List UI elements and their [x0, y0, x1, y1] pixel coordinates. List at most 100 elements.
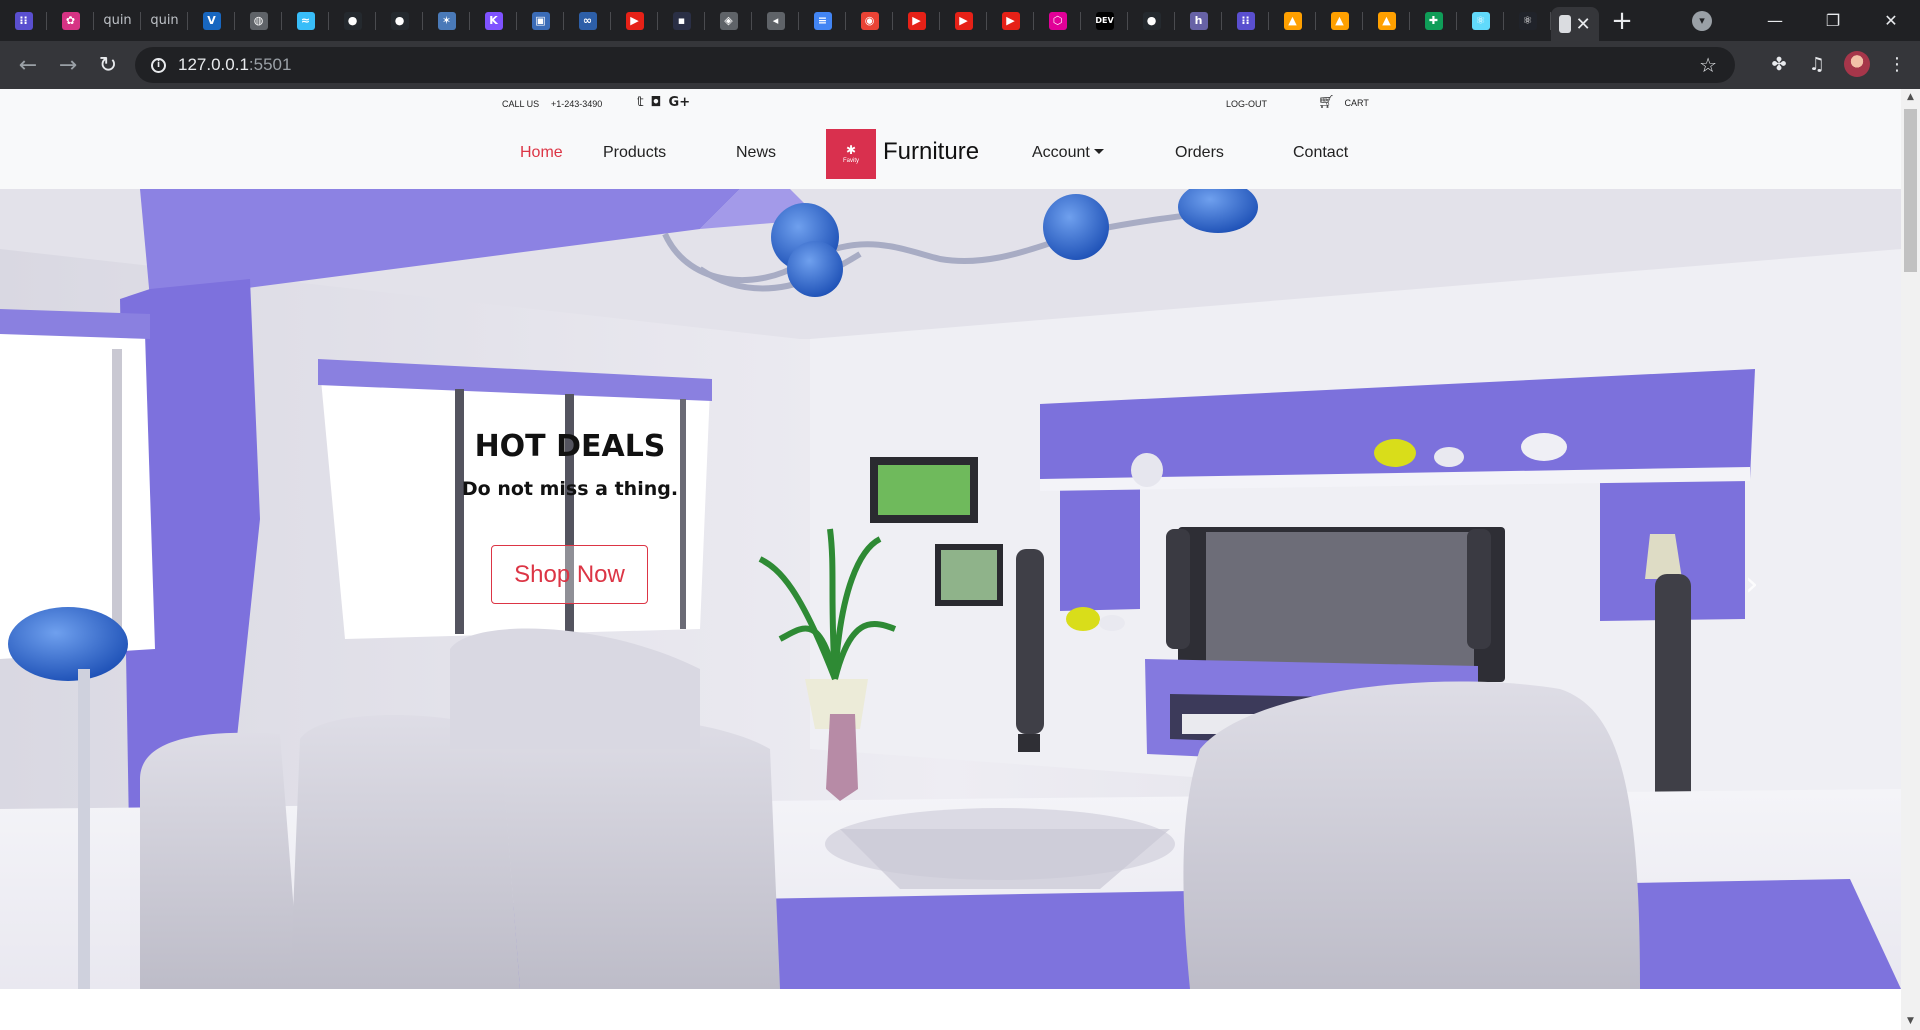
phone-number: +1-243-3490 — [551, 99, 603, 109]
browser-tab-strip: ⁝⁝ ✿ quin quin V ◍ ≈ ● ● ✶ K ▣ ∞ ▶ ▪ ◈ ◂ ≡ ◉ ▶ ▶ ▶ ⬡ DEV ● h ⁝⁝ ▲ ▲ ▲… — [0, 0, 1920, 41]
browser-tab[interactable]: ▣ — [517, 0, 564, 41]
nav-home-link[interactable]: Home — [520, 144, 563, 162]
site-logo[interactable]: ✱ Favity — [826, 129, 876, 179]
browser-tab[interactable]: ⚛ — [1457, 0, 1504, 41]
call-us-label: CALL US — [502, 99, 540, 109]
vertical-scrollbar[interactable]: ▲ ▼ — [1901, 89, 1920, 1030]
browser-tab[interactable]: ● — [376, 0, 423, 41]
github-icon: ● — [390, 11, 409, 30]
graphql-icon: ⬡ — [1048, 11, 1067, 30]
logout-link[interactable]: LOG-OUT — [1226, 99, 1267, 109]
browser-tab[interactable]: ▶ — [987, 0, 1034, 41]
address-bar[interactable]: i 127.0.0.1:5501 ☆ — [135, 47, 1735, 83]
youtube-icon: ▶ — [625, 11, 644, 30]
instagram-icon[interactable]: ◘ — [651, 95, 662, 110]
browser-tab[interactable]: ✿ — [47, 0, 94, 41]
google-sheets-icon: ✚ — [1424, 11, 1443, 30]
browser-tab[interactable]: ◉ — [846, 0, 893, 41]
page-viewport: CALL US +1-243-3490 𝕥 ◘ G+ LOG-OUT 🛒︎ CA… — [0, 89, 1920, 1030]
browser-tab[interactable]: ▲ — [1269, 0, 1316, 41]
minimize-button[interactable]: — — [1746, 11, 1804, 30]
menu-kebab-icon[interactable]: ⋮ — [1886, 49, 1908, 79]
browser-tab[interactable]: ● — [1128, 0, 1175, 41]
active-tab[interactable]: ✕ — [1551, 7, 1599, 41]
browser-tab[interactable]: ● — [329, 0, 376, 41]
toolbar-actions: ✤ ♫ ⋮ — [1768, 49, 1908, 79]
extensions-puzzle-icon[interactable]: ✤ — [1768, 49, 1790, 79]
pink-flower-icon: ✿ — [61, 11, 80, 30]
browser-tab[interactable]: V — [188, 0, 235, 41]
browser-tab[interactable]: ⬡ — [1034, 0, 1081, 41]
profile-avatar[interactable] — [1844, 51, 1870, 77]
browser-tab[interactable]: ▶ — [893, 0, 940, 41]
nav-account-label: Account — [1032, 144, 1090, 161]
shop-now-button[interactable]: Shop Now — [491, 545, 648, 604]
top-info-bar: CALL US +1-243-3490 𝕥 ◘ G+ LOG-OUT 🛒︎ CA… — [0, 89, 1901, 119]
browser-tab[interactable]: ∞ — [564, 0, 611, 41]
living-room-illustration — [0, 189, 1901, 989]
react-icon: ⚛ — [1471, 11, 1490, 30]
browser-tab[interactable]: K — [470, 0, 517, 41]
tab-title: quin — [103, 13, 132, 28]
browser-tab[interactable]: ◍ — [235, 0, 282, 41]
browser-tab[interactable]: ✚ — [1410, 0, 1457, 41]
nav-products-link[interactable]: Products — [603, 144, 666, 162]
new-tab-button[interactable]: + — [1599, 6, 1645, 36]
browser-tab[interactable]: ≡ — [799, 0, 846, 41]
firebase-icon: ▲ — [1330, 11, 1349, 30]
browser-tab[interactable]: ≈ — [282, 0, 329, 41]
nav-news-link[interactable]: News — [736, 144, 776, 162]
browser-tab[interactable]: ◈ — [705, 0, 752, 41]
bookmark-star-icon[interactable]: ☆ — [1699, 53, 1717, 77]
restore-button[interactable]: ❐ — [1804, 11, 1862, 30]
forward-arrow-icon[interactable]: → — [48, 53, 88, 78]
browser-tab[interactable]: ▶ — [940, 0, 987, 41]
carousel-next-icon[interactable]: › — [1745, 564, 1759, 604]
hero-caption: HOT DEALS Do not miss a thing. — [430, 429, 710, 500]
nav-orders-link[interactable]: Orders — [1175, 144, 1224, 162]
browser-tab[interactable]: ◂ — [752, 0, 799, 41]
twitter-icon[interactable]: 𝕥 — [637, 95, 644, 110]
carousel-prev-icon[interactable]: ‹ — [130, 564, 144, 604]
speaker-icon: ◂ — [766, 11, 785, 30]
browser-tab[interactable]: ⚛ — [1504, 0, 1551, 41]
browser-tab[interactable]: quin — [141, 0, 188, 41]
brand-name[interactable]: Furniture — [883, 138, 979, 166]
media-control-icon[interactable]: ♫ — [1806, 49, 1828, 79]
scroll-down-arrow-icon[interactable]: ▼ — [1901, 1013, 1920, 1030]
browser-tab[interactable]: h — [1175, 0, 1222, 41]
tab-list: ⁝⁝ ✿ quin quin V ◍ ≈ ● ● ✶ K ▣ ∞ ▶ ▪ ◈ ◂ ≡ ◉ ▶ ▶ ▶ ⬡ DEV ● h ⁝⁝ ▲ ▲ ▲… — [0, 0, 1551, 41]
dark-tab-icon: ▪ — [672, 11, 691, 30]
reload-icon[interactable]: ↻ — [88, 53, 128, 78]
nav-account-dropdown[interactable]: Account — [1032, 144, 1104, 162]
browser-tab[interactable]: ✶ — [423, 0, 470, 41]
browser-tab[interactable]: ⁝⁝ — [1222, 0, 1269, 41]
google-plus-icon[interactable]: G+ — [669, 95, 691, 110]
scroll-thumb[interactable] — [1904, 109, 1917, 272]
tailwind-icon: ≈ — [296, 11, 315, 30]
hero-title: HOT DEALS — [474, 429, 666, 464]
dev-icon: DEV — [1095, 11, 1114, 30]
active-tab-favicon-icon — [1559, 15, 1572, 33]
browser-tab[interactable]: ▪ — [658, 0, 705, 41]
browser-tab[interactable]: ▲ — [1363, 0, 1410, 41]
infinity-icon: ∞ — [578, 11, 597, 30]
scroll-up-arrow-icon[interactable]: ▲ — [1901, 89, 1920, 106]
tab-close-icon[interactable]: ✕ — [1576, 14, 1591, 35]
firebase-icon: ▲ — [1283, 11, 1302, 30]
browser-tab[interactable]: quin — [94, 0, 141, 41]
browser-tab[interactable]: ▲ — [1316, 0, 1363, 41]
site-info-icon[interactable]: i — [151, 57, 166, 73]
logo-text: Favity — [842, 158, 859, 164]
feather-icon: ✶ — [437, 11, 456, 30]
browser-tab[interactable]: ▶ — [611, 0, 658, 41]
cart-link[interactable]: 🛒︎ CART — [1318, 95, 1369, 110]
url-host: 127.0.0.1 — [178, 55, 249, 74]
back-arrow-icon[interactable]: ← — [8, 53, 48, 78]
tab-search-icon[interactable]: ▾ — [1692, 10, 1712, 31]
browser-tab[interactable]: ⁝⁝ — [0, 0, 47, 41]
close-window-button[interactable]: ✕ — [1862, 11, 1920, 30]
nav-contact-link[interactable]: Contact — [1293, 144, 1348, 162]
browser-tab[interactable]: DEV — [1081, 0, 1128, 41]
tab-title: quin — [150, 13, 179, 28]
